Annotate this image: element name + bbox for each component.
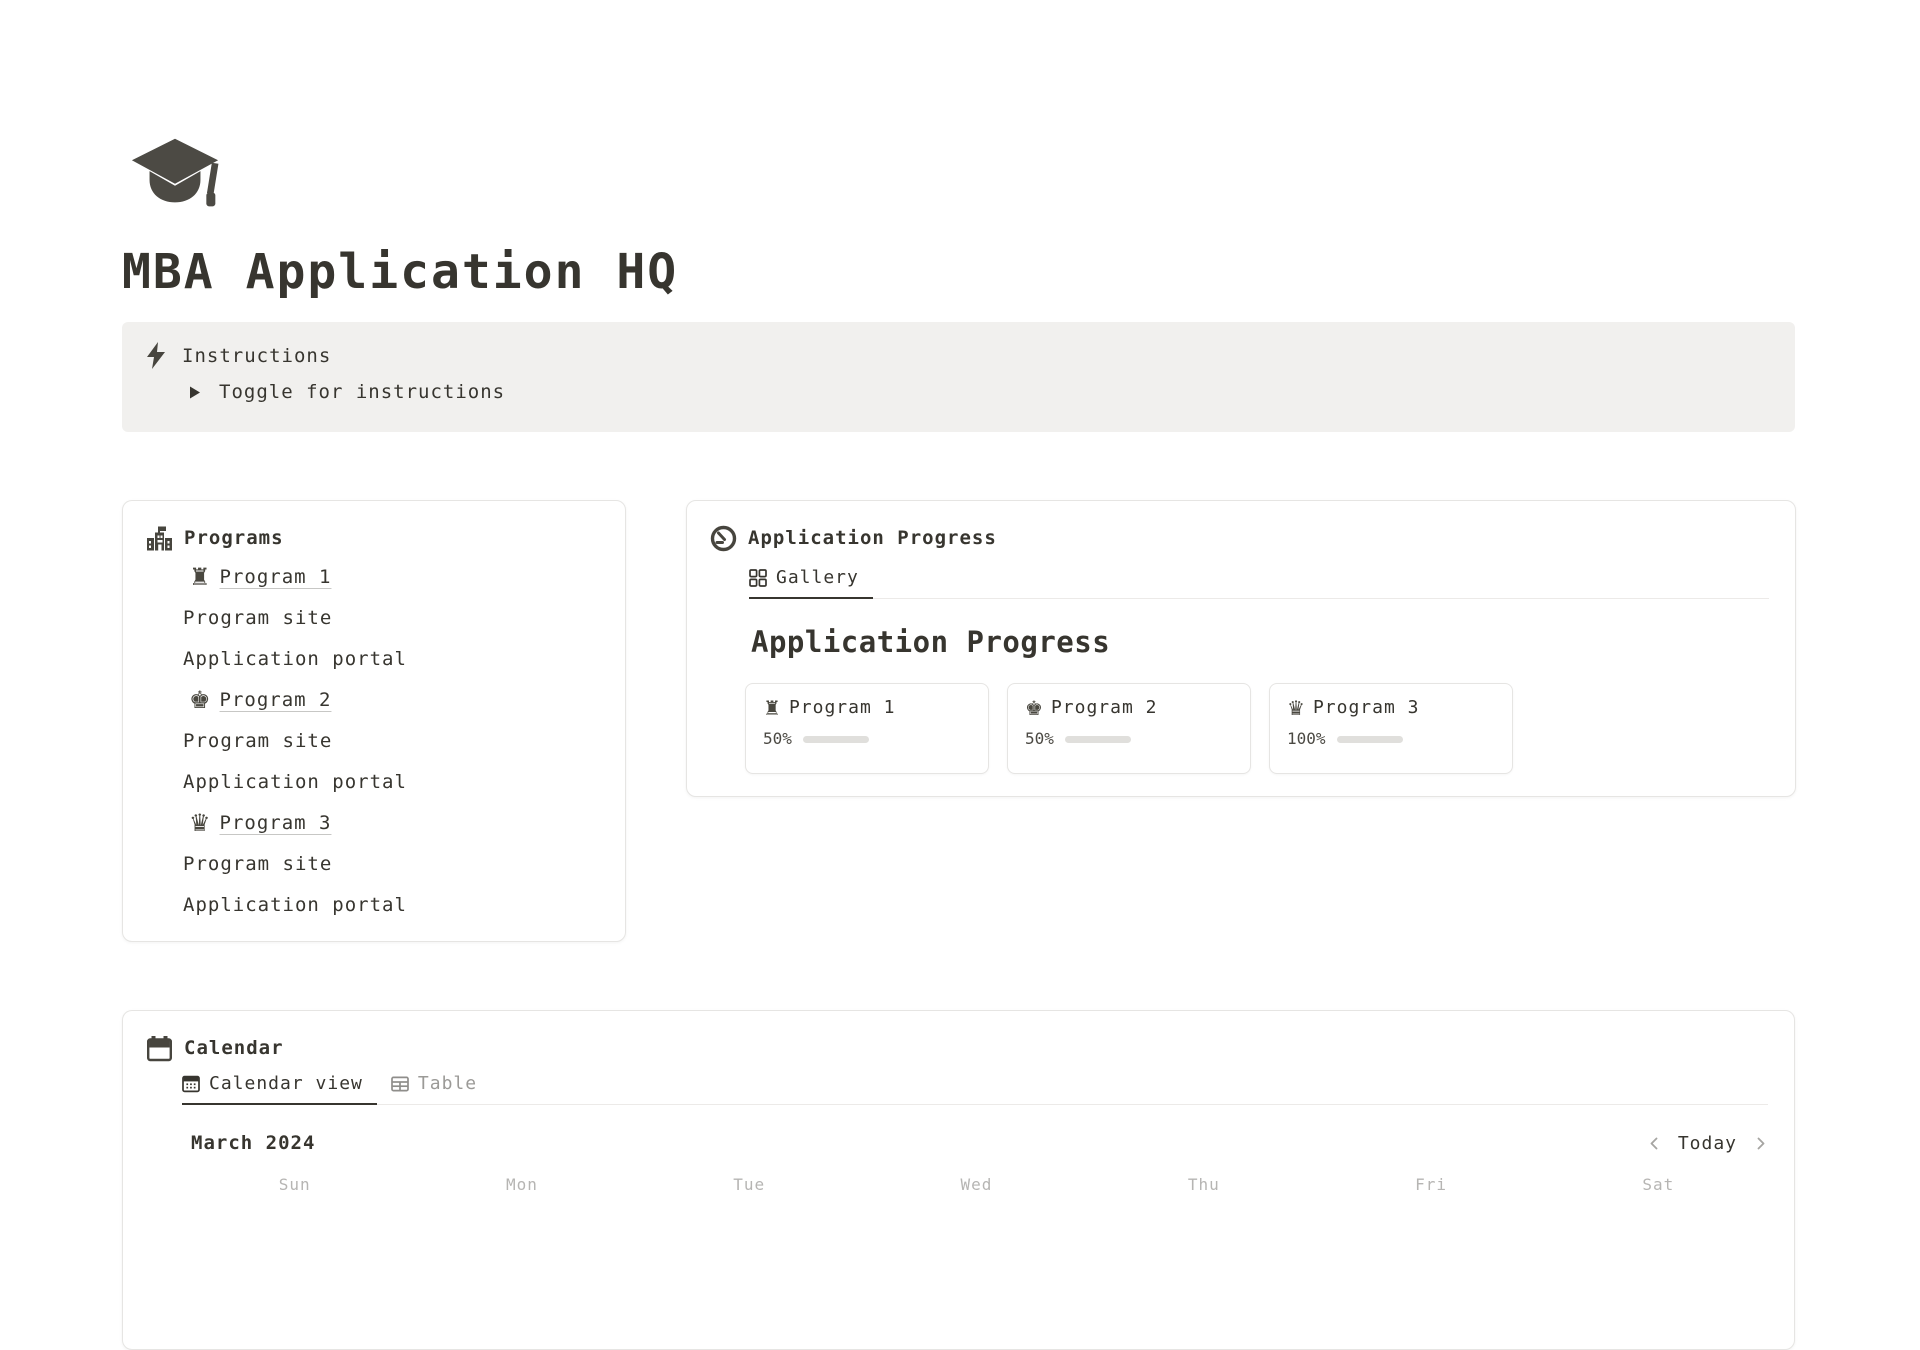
gauge-icon (710, 525, 737, 552)
weekday-label: Tue (636, 1171, 863, 1199)
program-link[interactable]: ♜ Program 1 (123, 556, 625, 597)
weekday-label: Sun (181, 1171, 408, 1199)
application-progress-card: Application Progress Gallery Application… (686, 500, 1796, 797)
weekday-label: Sat (1545, 1171, 1772, 1199)
weekday-label: Mon (408, 1171, 635, 1199)
progress-percent: 50% (1025, 728, 1054, 750)
chess-rook-icon: ♜ (189, 565, 211, 589)
toggle-triangle-icon[interactable] (188, 385, 201, 400)
progress-bar (1065, 736, 1131, 743)
weekday-label: Fri (1317, 1171, 1544, 1199)
calendar-tabs-bar: Calendar view Table (182, 1073, 1768, 1105)
programs-card: Programs ♜ Program 1 Program site Applic… (122, 500, 626, 942)
calendar-card: Calendar Calendar view (122, 1010, 1795, 1350)
programs-list: ♜ Program 1 Program site Application por… (123, 556, 625, 925)
gallery-grid-icon (749, 569, 767, 587)
calendar-grid-icon (182, 1075, 200, 1093)
table-grid-icon (391, 1075, 409, 1093)
today-button[interactable]: Today (1678, 1133, 1737, 1154)
weekday-label: Wed (863, 1171, 1090, 1199)
callout-title: Instructions (182, 343, 331, 369)
gallery-card-program-3[interactable]: ♛ Program 3 100% (1269, 683, 1513, 774)
application-portal[interactable]: Application portal (123, 638, 625, 679)
gallery-card-program-2[interactable]: ♚ Program 2 50% (1007, 683, 1251, 774)
chess-king-icon: ♚ (1025, 696, 1043, 720)
application-portal[interactable]: Application portal (123, 761, 625, 802)
progress-bar (1337, 736, 1403, 743)
weekday-header-row: Sun Mon Tue Wed Thu Fri Sat (181, 1171, 1772, 1199)
toggle-label[interactable]: Toggle for instructions (219, 379, 505, 405)
tab-calendar-view[interactable]: Calendar view (182, 1073, 377, 1105)
program-link[interactable]: ♛ Program 3 (123, 802, 625, 843)
progress-tabs-bar: Gallery (749, 567, 1769, 599)
program-3-link: Program 3 (220, 812, 332, 834)
tab-gallery[interactable]: Gallery (749, 567, 873, 599)
progress-percent: 100% (1287, 728, 1326, 750)
page-title: MBA Application HQ (122, 244, 678, 300)
chess-queen-icon: ♛ (189, 811, 211, 835)
weekday-label: Thu (1090, 1171, 1317, 1199)
database-title: Application Progress (751, 625, 1110, 659)
calendar-icon (146, 1035, 173, 1062)
gallery-card-program-1[interactable]: ♜ Program 1 50% (745, 683, 989, 774)
progress-bar (803, 736, 869, 743)
lightning-bolt-icon (145, 342, 167, 369)
graduation-cap-icon[interactable] (128, 134, 222, 214)
tab-table[interactable]: Table (391, 1073, 491, 1105)
program-site[interactable]: Program site (123, 597, 625, 638)
chess-rook-icon: ♜ (763, 696, 781, 720)
chess-queen-icon: ♛ (1287, 696, 1305, 720)
programs-title: Programs (184, 524, 284, 552)
month-label: March 2024 (191, 1129, 315, 1157)
program-site[interactable]: Program site (123, 843, 625, 884)
gallery-row: ♜ Program 1 50% ♚ Program 2 50% ♛ Progra… (745, 683, 1513, 774)
program-1-link: Program 1 (220, 566, 332, 588)
program-2-link: Program 2 (220, 689, 332, 711)
program-site[interactable]: Program site (123, 720, 625, 761)
school-building-icon (146, 525, 173, 552)
program-link[interactable]: ♚ Program 2 (123, 679, 625, 720)
instructions-callout: Instructions Toggle for instructions (122, 322, 1795, 432)
chevron-left-icon[interactable] (1647, 1136, 1662, 1151)
progress-percent: 50% (763, 728, 792, 750)
calendar-title: Calendar (184, 1034, 284, 1062)
chess-king-icon: ♚ (189, 688, 211, 712)
application-progress-title: Application Progress (748, 524, 997, 552)
chevron-right-icon[interactable] (1753, 1136, 1768, 1151)
today-nav: Today (1647, 1133, 1768, 1154)
application-portal[interactable]: Application portal (123, 884, 625, 925)
